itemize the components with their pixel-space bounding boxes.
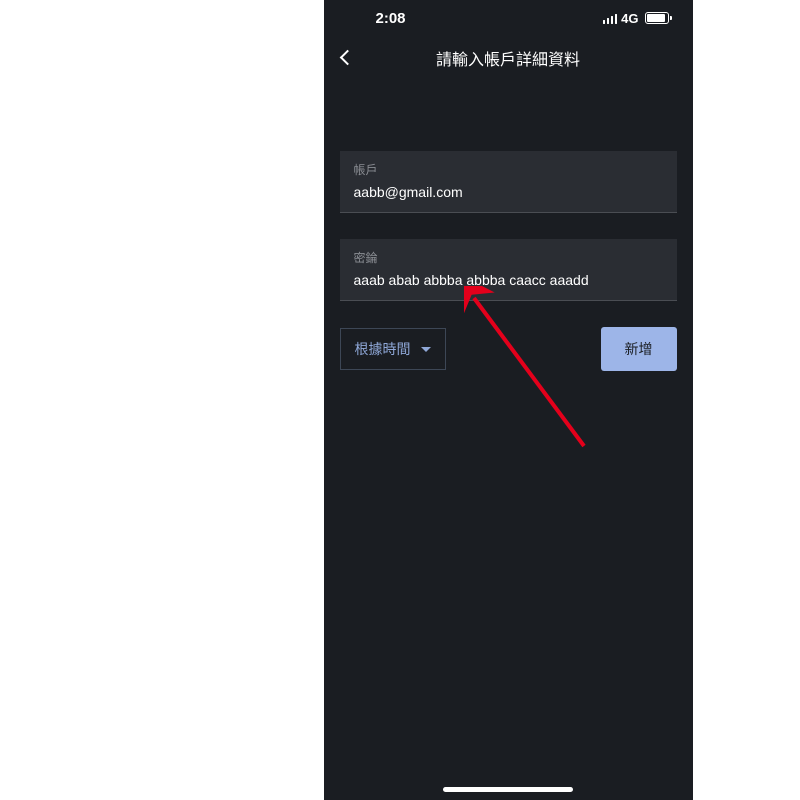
account-field-group[interactable]: 帳戶 [340, 151, 677, 213]
sort-dropdown-label: 根據時間 [355, 339, 411, 359]
back-icon[interactable] [339, 50, 355, 66]
nav-bar: 請輸入帳戶詳細資料 [324, 36, 693, 77]
signal-icon [603, 13, 618, 24]
password-label: 密錀 [354, 249, 663, 266]
status-bar: 2:08 4G [324, 0, 693, 36]
network-type: 4G [621, 11, 638, 26]
add-button[interactable]: 新增 [601, 327, 677, 371]
status-indicators: 4G [603, 11, 669, 26]
password-input[interactable] [354, 272, 663, 288]
account-input[interactable] [354, 184, 663, 200]
battery-icon [645, 12, 669, 24]
home-indicator[interactable] [443, 787, 573, 792]
status-time: 2:08 [348, 10, 406, 27]
form-content: 帳戶 密錀 根據時間 新增 [324, 77, 693, 371]
phone-screen: 2:08 4G 請輸入帳戶詳細資料 帳戶 密錀 根據時間 新增 [324, 0, 693, 800]
password-field-group[interactable]: 密錀 [340, 239, 677, 301]
sort-dropdown[interactable]: 根據時間 [340, 328, 446, 370]
page-title: 請輸入帳戶詳細資料 [436, 46, 580, 70]
account-label: 帳戶 [354, 161, 663, 178]
action-row: 根據時間 新增 [340, 327, 677, 371]
chevron-down-icon [421, 347, 431, 352]
